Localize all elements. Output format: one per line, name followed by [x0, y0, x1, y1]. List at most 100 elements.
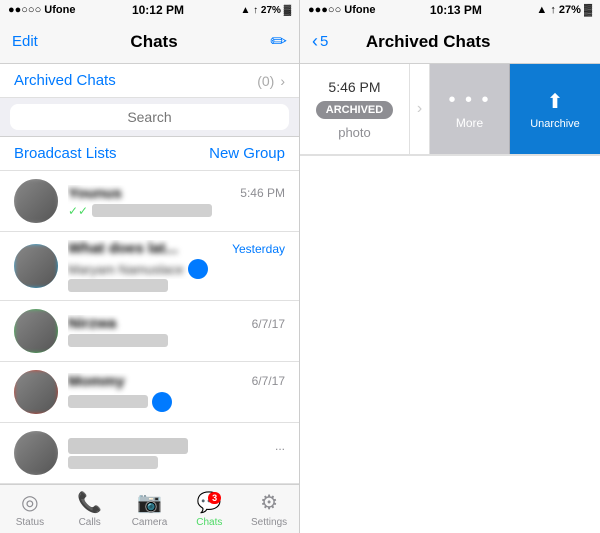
chat-preview: blurred: [68, 392, 285, 412]
chat-preview: ✓✓ blurred: [68, 204, 285, 218]
unread-badge: [188, 259, 208, 279]
camera-icon: 📷: [137, 490, 162, 515]
tab-calls[interactable]: 📞 Calls: [60, 490, 120, 528]
chat-time: 5:46 PM: [240, 186, 285, 200]
back-button[interactable]: ‹ 5: [312, 31, 328, 52]
tab-bar: ◎ Status 📞 Calls 📷 Camera 💬 Chats 3 ⚙ Se…: [0, 484, 299, 533]
chat-time: ...: [275, 439, 285, 453]
archived-arrow-icon: ›: [280, 73, 285, 89]
unarchive-icon: ⬆: [547, 89, 564, 114]
chevron-left-icon: ‹: [312, 31, 318, 52]
archived-right: (0) ›: [257, 73, 285, 89]
left-panel: ●●○○○ Ufone 10:12 PM ▲ ↑ 27% ▓ Edit Chat…: [0, 0, 300, 533]
search-input[interactable]: [10, 104, 289, 130]
photo-label: photo: [338, 125, 371, 140]
back-count: 5: [320, 33, 328, 50]
chat-name: Nirzwa: [68, 315, 116, 332]
chat-item[interactable]: Nirzwa 6/7/17 blurred: [0, 301, 299, 362]
chat-preview: blurred: [68, 334, 285, 347]
compose-button[interactable]: ✏: [270, 29, 287, 54]
edit-button[interactable]: Edit: [12, 33, 38, 50]
chat-name: blurred: [68, 438, 188, 454]
chat-header: Nirzwa 6/7/17: [68, 315, 285, 332]
preview-text: blurred: [68, 334, 168, 347]
icons-left: ▲ ↑ 27% ▓: [240, 5, 291, 16]
preview-text: blurred: [68, 395, 148, 408]
archived-info: 5:46 PM ARCHIVED photo: [300, 64, 410, 154]
chat-header: Mommy 6/7/17: [68, 373, 285, 390]
calls-icon: 📞: [77, 490, 102, 515]
archived-count: (0): [257, 73, 274, 89]
chat-preview: blurred: [68, 456, 285, 469]
new-group-button[interactable]: New Group: [209, 145, 285, 162]
chats-badge: 3: [208, 492, 221, 504]
chat-content: blurred ... blurred: [68, 438, 285, 469]
right-panel: ●●●○○ Ufone 10:13 PM ▲ ↑ 27% ▓ ‹ 5 Archi…: [300, 0, 600, 533]
status-bar-right: ●●●○○ Ufone 10:13 PM ▲ ↑ 27% ▓: [300, 0, 600, 20]
chat-list: Younus 5:46 PM ✓✓ blurred What does lat.…: [0, 171, 299, 484]
unarchive-button[interactable]: ⬆ Unarchive: [510, 64, 600, 154]
icons-right: ▲ ↑ 27% ▓: [536, 4, 592, 16]
avatar: [14, 431, 58, 475]
archived-chats-title: Archived Chats: [366, 32, 491, 52]
carrier-left: ●●○○○ Ufone: [8, 4, 75, 16]
status-icon: ◎: [21, 490, 38, 515]
unread-badge: [152, 392, 172, 412]
chat-content: Nirzwa 6/7/17 blurred: [68, 315, 285, 347]
arrow-icon: ›: [410, 64, 430, 154]
tab-camera[interactable]: 📷 Camera: [120, 490, 180, 528]
nav-bar-left: Edit Chats ✏: [0, 20, 299, 64]
settings-icon: ⚙: [260, 490, 278, 515]
tab-label: Camera: [132, 517, 168, 528]
chat-header: Younus 5:46 PM: [68, 185, 285, 202]
archived-chats-row[interactable]: Archived Chats (0) ›: [0, 64, 299, 98]
chat-preview-2: blurred: [68, 279, 285, 292]
broadcast-row: Broadcast Lists New Group: [0, 137, 299, 171]
chat-preview: Maryam Namuslace: [68, 259, 285, 279]
nav-bar-right: ‹ 5 Archived Chats: [300, 20, 600, 64]
chat-time: Yesterday: [232, 242, 285, 256]
action-area: 5:46 PM ARCHIVED photo › • • • More ⬆ Un…: [300, 64, 600, 154]
tab-label: Calls: [79, 517, 101, 528]
chat-header: blurred ...: [68, 438, 285, 454]
chat-item[interactable]: Younus 5:46 PM ✓✓ blurred: [0, 171, 299, 232]
tab-label: Chats: [196, 517, 222, 528]
search-bar: [0, 98, 299, 137]
broadcast-lists-button[interactable]: Broadcast Lists: [14, 145, 117, 162]
more-button[interactable]: • • • More: [430, 64, 510, 154]
divider: [300, 155, 600, 156]
right-content: [300, 154, 600, 533]
tick-icon: ✓✓: [68, 204, 88, 218]
chat-time: 6/7/17: [252, 374, 285, 388]
chat-time: 6/7/17: [252, 317, 285, 331]
tab-label: Settings: [251, 517, 287, 528]
preview-text: blurred: [68, 456, 158, 469]
preview-text: blurred: [92, 204, 212, 217]
tab-settings[interactable]: ⚙ Settings: [239, 490, 299, 528]
avatar: [14, 179, 58, 223]
message-time: 5:46 PM: [328, 79, 380, 95]
chat-item[interactable]: blurred ... blurred: [0, 423, 299, 484]
chat-content: Younus 5:46 PM ✓✓ blurred: [68, 185, 285, 218]
more-dots-icon: • • •: [448, 89, 490, 112]
more-label: More: [456, 116, 483, 130]
time-left: 10:12 PM: [132, 3, 184, 17]
archived-label: Archived Chats: [14, 72, 116, 89]
chats-title: Chats: [130, 32, 177, 52]
tab-status[interactable]: ◎ Status: [0, 490, 60, 528]
tab-label: Status: [16, 517, 44, 528]
status-bar-left: ●●○○○ Ufone 10:12 PM ▲ ↑ 27% ▓: [0, 0, 299, 20]
tab-chats[interactable]: 💬 Chats 3: [179, 490, 239, 528]
chat-content: What does lat... Yesterday Maryam Namusl…: [68, 240, 285, 292]
preview-text: Maryam Namuslace: [68, 262, 184, 277]
chat-name: Younus: [68, 185, 122, 202]
archived-badge: ARCHIVED: [316, 101, 393, 119]
chat-content: Mommy 6/7/17 blurred: [68, 373, 285, 412]
avatar: [14, 309, 58, 353]
chat-item[interactable]: What does lat... Yesterday Maryam Namusl…: [0, 232, 299, 301]
chat-name: What does lat...: [68, 240, 178, 257]
carrier-right: ●●●○○ Ufone: [308, 4, 375, 16]
avatar: [14, 370, 58, 414]
chat-item[interactable]: Mommy 6/7/17 blurred: [0, 362, 299, 423]
preview-text-2: blurred: [68, 279, 168, 292]
